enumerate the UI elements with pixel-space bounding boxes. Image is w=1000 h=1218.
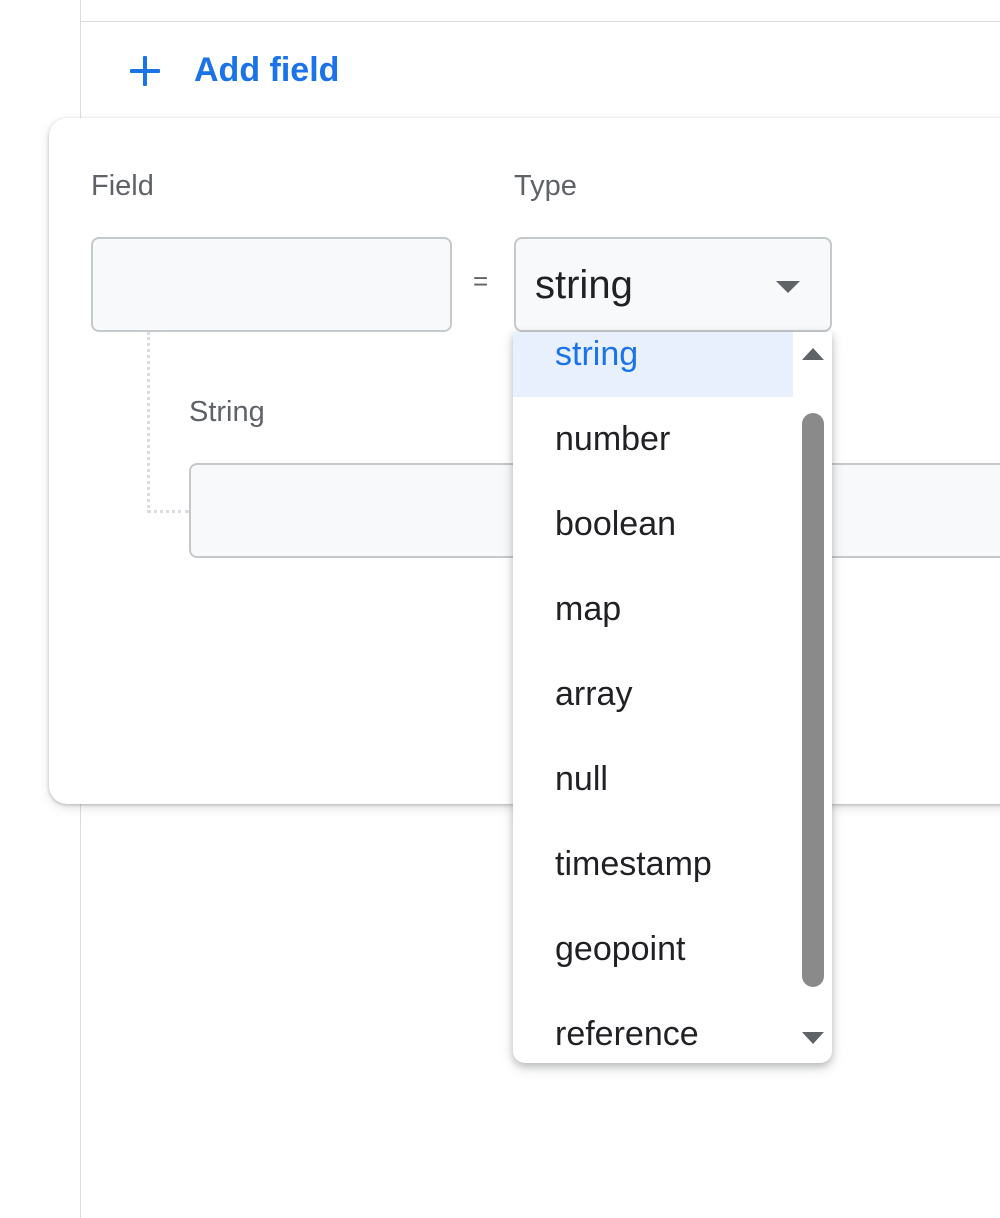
dropdown-option-map[interactable]: map	[513, 567, 793, 652]
dropdown-option-array[interactable]: array	[513, 652, 793, 737]
dropdown-option-timestamp[interactable]: timestamp	[513, 822, 793, 907]
caret-down-icon	[776, 281, 800, 293]
dropdown-option-number[interactable]: number	[513, 397, 793, 482]
top-divider	[80, 21, 1000, 22]
type-select[interactable]: string	[514, 237, 832, 332]
dropdown-option-geopoint[interactable]: geopoint	[513, 907, 793, 992]
field-name-input[interactable]	[91, 237, 452, 332]
string-value-label: String	[189, 396, 265, 428]
tree-connector-vertical	[147, 332, 150, 513]
equals-sign: =	[473, 266, 489, 296]
dropdown-option-string[interactable]: string	[513, 332, 793, 397]
type-label: Type	[514, 170, 577, 202]
add-field-button[interactable]: Add field	[130, 46, 339, 94]
scroll-down-arrow-icon[interactable]	[802, 1032, 824, 1044]
field-label: Field	[91, 170, 154, 202]
dropdown-scrollbar-thumb[interactable]	[802, 413, 824, 987]
plus-icon	[130, 56, 160, 86]
dropdown-option-boolean[interactable]: boolean	[513, 482, 793, 567]
add-field-label: Add field	[194, 50, 340, 89]
type-dropdown-menu: string number boolean map array null tim…	[513, 332, 832, 1063]
tree-connector-horizontal	[147, 510, 189, 513]
page: Add field Field Type = string String str…	[0, 0, 1000, 1218]
dropdown-option-reference[interactable]: reference	[513, 992, 793, 1063]
type-select-value: string	[535, 263, 633, 307]
dropdown-option-null[interactable]: null	[513, 737, 793, 822]
scroll-up-arrow-icon[interactable]	[802, 348, 824, 360]
